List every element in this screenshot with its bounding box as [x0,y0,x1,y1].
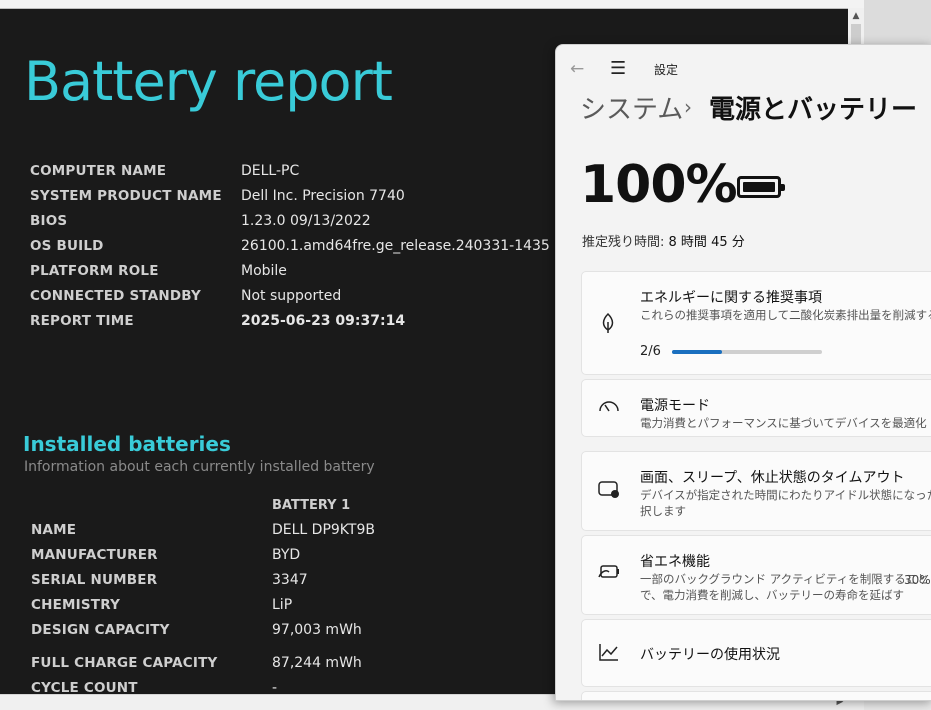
card-description-line2: で、電力消費を削減し、バッテリーの寿命を延ばす [640,588,905,602]
energy-saver-threshold: 30% で [904,573,931,587]
next-settings-card[interactable] [581,691,931,700]
row-value: BYD [272,547,301,563]
progress-fill [672,350,722,354]
screen-sleep-timeout-card[interactable]: 画面、スリープ、休止状態のタイムアウト デバイスが指定された時間にわたりアイドル… [581,451,931,531]
progress-bar [672,350,822,354]
row-value: DELL DP9KT9B [272,522,375,538]
settings-window: ← ☰ 設定 システム › 電源とバッテリー 100% 推定残り時間: 8 時間… [555,44,931,701]
browser-top-bar [0,0,864,9]
battery-saver-icon [598,564,622,585]
row-label: CONNECTED STANDBY [30,288,202,304]
row-value: LiP [272,597,293,613]
app-title: 設定 [654,63,679,77]
line-chart-icon [598,642,620,667]
card-title: 省エネ機能 [640,554,710,570]
card-description: 電力消費とパフォーマンスに基づいてデバイスを最適化 [640,416,927,430]
card-title: エネルギーに関する推奨事項 [640,290,822,306]
screen-sleep-icon [598,480,620,505]
row-value: 1.23.0 09/13/2022 [241,213,371,229]
scrollbar-thumb[interactable] [851,24,861,44]
row-value: Mobile [241,263,287,279]
remaining-time: 推定残り時間: 8 時間 45 分 [582,231,745,250]
scroll-up-arrow-icon[interactable]: ▲ [848,8,864,24]
row-value: 87,244 mWh [272,655,362,671]
leaf-icon [598,312,618,339]
energy-recommendations-card[interactable]: エネルギーに関する推奨事項 これらの推奨事項を適用して二酸化炭素排出量を削減する… [581,271,931,375]
card-title: 画面、スリープ、休止状態のタイムアウト [640,470,905,486]
row-value: Dell Inc. Precision 7740 [241,188,405,204]
desktop-background [864,0,931,45]
battery-percent: 100% [580,155,738,215]
installed-batteries-subtitle: Information about each currently install… [24,459,375,475]
energy-saver-card[interactable]: 省エネ機能 一部のバックグラウンド アクティビティを制限すること で、電力消費を… [581,535,931,615]
row-label: NAME [31,522,77,538]
page-title: 電源とバッテリー [709,95,918,125]
row-value: Not supported [241,288,342,304]
row-label: PLATFORM ROLE [30,263,159,279]
row-value: 2025-06-23 09:37:14 [241,313,406,329]
battery-full-icon [737,176,785,198]
card-description-line1: デバイスが指定された時間にわたりアイドル状態になった場合の [640,488,931,502]
battery-usage-card[interactable]: バッテリーの使用状況 [581,619,931,687]
row-label: COMPUTER NAME [30,163,167,179]
power-mode-card[interactable]: 電源モード 電力消費とパフォーマンスに基づいてデバイスを最適化 [581,379,931,437]
gauge-icon [598,397,620,420]
installed-batteries-title: Installed batteries [23,432,231,456]
battery-column-header: BATTERY 1 [272,498,351,513]
row-value: DELL-PC [241,163,300,179]
progress-label: 2/6 [640,344,661,359]
settings-title-bar: ← ☰ 設定 [556,45,931,93]
breadcrumb-system[interactable]: システム [580,89,683,126]
row-value: 26100.1.amd64fre.ge_release.240331-1435 [241,238,550,254]
remaining-value: 8 時間 45 分 [668,235,745,250]
breadcrumb-chevron-icon: › [684,95,692,119]
row-label: SYSTEM PRODUCT NAME [30,188,222,204]
card-title: 電源モード [640,398,710,414]
card-description: これらの推奨事項を適用して二酸化炭素排出量を削減する [640,308,931,322]
card-description-line1: 一部のバックグラウンド アクティビティを制限すること [640,572,929,586]
row-label: CHEMISTRY [31,597,121,613]
card-description-line2: 択します [640,504,686,518]
back-arrow-icon[interactable]: ← [570,59,584,79]
hamburger-menu-icon[interactable]: ☰ [610,58,626,79]
remaining-label: 推定残り時間: [582,235,665,250]
row-label: DESIGN CAPACITY [31,622,170,638]
row-label: BIOS [30,213,68,229]
row-label: SERIAL NUMBER [31,572,158,588]
row-value: 97,003 mWh [272,622,362,638]
row-value: 3347 [272,572,308,588]
report-title: Battery report [24,50,393,113]
row-label: FULL CHARGE CAPACITY [31,655,218,671]
card-title: バッテリーの使用状況 [640,647,780,663]
row-label: MANUFACTURER [31,547,158,563]
row-label: OS BUILD [30,238,104,254]
row-label: REPORT TIME [30,313,134,329]
